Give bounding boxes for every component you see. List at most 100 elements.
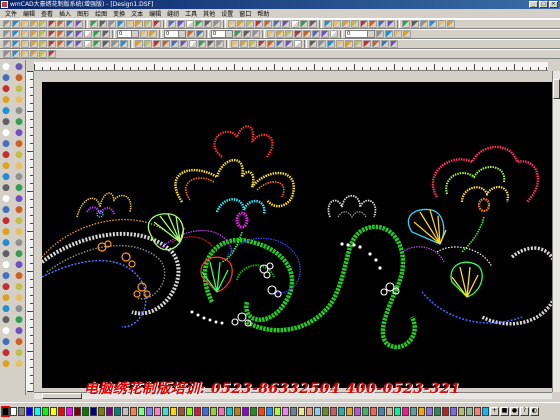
color-swatch[interactable] xyxy=(402,407,409,416)
select-icon[interactable] xyxy=(102,30,110,38)
copy-icon[interactable] xyxy=(48,40,56,48)
color-swatch[interactable] xyxy=(426,407,433,416)
rectangle-icon[interactable] xyxy=(2,173,12,182)
cut-icon[interactable] xyxy=(354,40,362,48)
cut-icon[interactable] xyxy=(39,30,47,38)
menu-draw[interactable]: 绘图 xyxy=(92,9,110,18)
ellipse-icon[interactable] xyxy=(15,173,25,182)
color-swatch[interactable] xyxy=(98,407,105,416)
horizontal-scroll-thumb[interactable] xyxy=(42,393,82,399)
copy-icon[interactable] xyxy=(2,129,12,138)
color-swatch[interactable] xyxy=(202,407,209,416)
cut-icon[interactable] xyxy=(15,118,25,127)
save-icon[interactable] xyxy=(336,40,344,48)
cut-icon[interactable] xyxy=(39,50,47,58)
close-button[interactable]: × xyxy=(549,1,558,8)
color-swatch[interactable] xyxy=(82,407,89,416)
select-icon[interactable] xyxy=(294,30,302,38)
color-swatch[interactable] xyxy=(250,407,257,416)
color-swatch[interactable] xyxy=(290,407,297,416)
color-swatch[interactable] xyxy=(330,407,337,416)
color-swatch[interactable] xyxy=(282,407,289,416)
fill-mode-icon[interactable]: ■ xyxy=(500,407,509,416)
new-file-icon[interactable] xyxy=(3,40,11,48)
color-swatch[interactable] xyxy=(74,407,81,416)
new-file-icon[interactable] xyxy=(3,30,11,38)
paste-icon[interactable] xyxy=(369,20,377,28)
print-icon[interactable] xyxy=(345,40,353,48)
redo-icon[interactable] xyxy=(267,30,275,38)
open-icon[interactable] xyxy=(327,40,335,48)
design-canvas[interactable] xyxy=(42,82,552,388)
color-swatch[interactable] xyxy=(114,407,121,416)
color-swatch[interactable] xyxy=(122,407,129,416)
save-icon[interactable] xyxy=(180,40,188,48)
paste-icon[interactable] xyxy=(57,40,65,48)
open-icon[interactable] xyxy=(2,107,12,116)
color-swatch[interactable] xyxy=(418,407,425,416)
color-swatch[interactable] xyxy=(458,407,465,416)
zoom-out-icon[interactable] xyxy=(90,20,98,28)
stitch-icon[interactable] xyxy=(309,40,317,48)
circle-mode-icon[interactable]: ● xyxy=(510,407,519,416)
stitch-icon[interactable] xyxy=(153,40,161,48)
color-swatch[interactable] xyxy=(394,407,401,416)
copy-icon[interactable] xyxy=(207,40,215,48)
menu-window[interactable]: 窗口 xyxy=(236,9,254,18)
select-icon[interactable] xyxy=(411,20,419,28)
menu-other[interactable]: 其他 xyxy=(200,9,218,18)
rectangle-icon[interactable] xyxy=(2,272,12,281)
redo-icon[interactable] xyxy=(75,40,83,48)
ellipse-icon[interactable] xyxy=(15,272,25,281)
pen-icon[interactable] xyxy=(15,63,25,72)
color-swatch[interactable] xyxy=(370,407,377,416)
color-swatch[interactable] xyxy=(450,407,457,416)
new-file-icon[interactable] xyxy=(376,30,384,38)
stitch-icon[interactable] xyxy=(2,96,12,105)
zoom-in-icon[interactable] xyxy=(84,30,92,38)
print-icon[interactable] xyxy=(403,30,411,38)
zoom-out-icon[interactable] xyxy=(246,20,254,28)
paste-icon[interactable] xyxy=(216,40,224,48)
contrast-icon[interactable]: ◐ xyxy=(530,407,539,416)
new-file-icon[interactable] xyxy=(15,294,25,303)
color-swatch[interactable] xyxy=(362,407,369,416)
color-swatch[interactable] xyxy=(354,407,361,416)
pen-icon[interactable] xyxy=(111,40,119,48)
save-icon[interactable] xyxy=(15,206,25,215)
color-swatch[interactable] xyxy=(322,407,329,416)
select-icon[interactable] xyxy=(2,261,12,270)
menu-view[interactable]: 查看 xyxy=(38,9,56,18)
stitch-icon[interactable] xyxy=(2,294,12,303)
zoom-in-icon[interactable] xyxy=(240,40,248,48)
open-icon[interactable] xyxy=(2,206,12,215)
color-swatch[interactable] xyxy=(106,407,113,416)
rectangle-icon[interactable] xyxy=(429,20,437,28)
zoom-in-icon[interactable] xyxy=(2,250,12,259)
open-icon[interactable] xyxy=(12,50,20,58)
rectangle-icon[interactable] xyxy=(273,20,281,28)
rectangle-icon[interactable] xyxy=(312,30,320,38)
color-swatch[interactable] xyxy=(210,407,217,416)
color-swatch[interactable] xyxy=(194,407,201,416)
text-icon[interactable] xyxy=(447,20,455,28)
pen-icon[interactable] xyxy=(15,162,25,171)
zoom-in-icon[interactable] xyxy=(84,40,92,48)
save-icon[interactable] xyxy=(333,20,341,28)
redo-icon[interactable] xyxy=(15,140,25,149)
print-icon[interactable] xyxy=(186,20,194,28)
save-icon[interactable] xyxy=(21,40,29,48)
ellipse-icon[interactable] xyxy=(140,30,148,38)
paste-icon[interactable] xyxy=(15,228,25,237)
open-icon[interactable] xyxy=(12,40,20,48)
ellipse-icon[interactable] xyxy=(438,20,446,28)
save-icon[interactable] xyxy=(21,20,29,28)
color-swatch[interactable] xyxy=(1,406,10,417)
menu-text[interactable]: 文本 xyxy=(128,9,146,18)
pen-icon[interactable] xyxy=(267,40,275,48)
select-icon[interactable] xyxy=(99,20,107,28)
print-icon[interactable] xyxy=(30,30,38,38)
text-icon[interactable] xyxy=(330,30,338,38)
open-icon[interactable] xyxy=(168,20,176,28)
pen-icon[interactable] xyxy=(108,20,116,28)
